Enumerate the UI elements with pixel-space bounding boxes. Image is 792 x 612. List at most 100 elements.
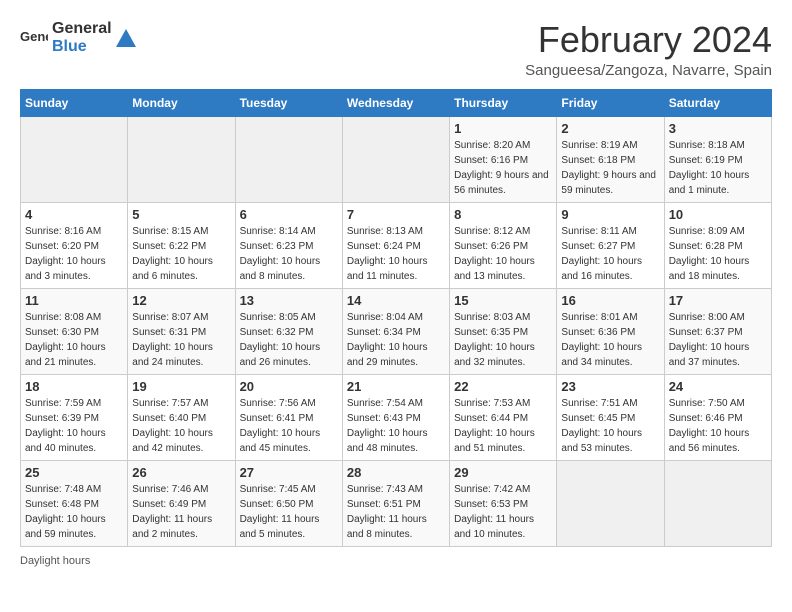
- header-day-friday: Friday: [557, 89, 664, 116]
- table-cell: 29Sunrise: 7:42 AM Sunset: 6:53 PM Dayli…: [450, 460, 557, 546]
- table-cell: 8Sunrise: 8:12 AM Sunset: 6:26 PM Daylig…: [450, 202, 557, 288]
- week-row-2: 11Sunrise: 8:08 AM Sunset: 6:30 PM Dayli…: [21, 288, 772, 374]
- table-cell: 26 Sunrise: 7:46 AM Sunset: 6:49 PM Dayli…: [128, 460, 235, 546]
- table-cell: 15 Sunrise: 8:03 AM Sunset: 6:35 PM Dayli…: [450, 288, 557, 374]
- table-cell: 20 Sunrise: 7:56 AM Sunset: 6:41 PM Dayli…: [235, 374, 342, 460]
- header-day-sunday: Sunday: [21, 89, 128, 116]
- day-info: Sunrise: 8:04 AM Sunset: 6:34 PM Dayligh…: [347, 310, 445, 370]
- day-number: 10: [669, 207, 767, 222]
- table-cell: 12Sunrise: 8:07 AM Sunset: 6:31 PM Dayli…: [128, 288, 235, 374]
- header-day-tuesday: Tuesday: [235, 89, 342, 116]
- day-number: 22: [454, 379, 552, 394]
- day-info: Sunrise: 8:14 AM Sunset: 6:23 PM Dayligh…: [240, 224, 338, 284]
- table-cell: 27Sunrise: 7:45 AM Sunset: 6:50 PM Dayli…: [235, 460, 342, 546]
- day-info: Sunrise: 8:07 AM Sunset: 6:31 PM Dayligh…: [132, 310, 230, 370]
- day-info: Sunrise: 7:51 AM Sunset: 6:45 PM Dayligh…: [561, 396, 659, 456]
- table-cell: 3Sunrise: 8:18 AM Sunset: 6:19 PM Daylig…: [664, 116, 771, 202]
- table-cell: 5Sunrise: 8:15 AM Sunset: 6:22 PM Daylig…: [128, 202, 235, 288]
- day-info: Sunrise: 7:42 AM Sunset: 6:53 PM Dayligh…: [454, 482, 552, 542]
- page-header: General General Blue February 2024 Sangu…: [20, 20, 772, 79]
- day-number: 2: [561, 121, 659, 136]
- day-info: Sunrise: 8:00 AM Sunset: 6:37 PM Dayligh…: [669, 310, 767, 370]
- day-number: 23: [561, 379, 659, 394]
- table-cell: 14 Sunrise: 8:04 AM Sunset: 6:34 PM Dayli…: [342, 288, 449, 374]
- table-cell: [664, 460, 771, 546]
- day-info: Sunrise: 8:13 AM Sunset: 6:24 PM Dayligh…: [347, 224, 445, 284]
- day-number: 3: [669, 121, 767, 136]
- footer-note: Daylight hours: [20, 555, 772, 567]
- title-area: February 2024 Sangueesa/Zangoza, Navarre…: [525, 20, 772, 79]
- table-cell: [128, 116, 235, 202]
- logo-general-text: General: [52, 20, 112, 38]
- table-cell: 2 Sunrise: 8:19 AM Sunset: 6:18 PM Daylig…: [557, 116, 664, 202]
- day-info: Sunrise: 7:54 AM Sunset: 6:43 PM Dayligh…: [347, 396, 445, 456]
- day-info: Sunrise: 7:53 AM Sunset: 6:44 PM Dayligh…: [454, 396, 552, 456]
- table-cell: 28Sunrise: 7:43 AM Sunset: 6:51 PM Dayli…: [342, 460, 449, 546]
- day-info: Sunrise: 7:57 AM Sunset: 6:40 PM Dayligh…: [132, 396, 230, 456]
- day-number: 19: [132, 379, 230, 394]
- header-day-wednesday: Wednesday: [342, 89, 449, 116]
- day-number: 16: [561, 293, 659, 308]
- table-cell: [235, 116, 342, 202]
- table-cell: 25Sunrise: 7:48 AM Sunset: 6:48 PM Dayli…: [21, 460, 128, 546]
- day-number: 9: [561, 207, 659, 222]
- header-day-monday: Monday: [128, 89, 235, 116]
- subtitle: Sangueesa/Zangoza, Navarre, Spain: [525, 62, 772, 79]
- table-cell: 17Sunrise: 8:00 AM Sunset: 6:37 PM Dayli…: [664, 288, 771, 374]
- table-cell: 1Sunrise: 8:20 AM Sunset: 6:16 PM Daylig…: [450, 116, 557, 202]
- table-cell: 13 Sunrise: 8:05 AM Sunset: 6:32 PM Dayli…: [235, 288, 342, 374]
- day-info: Sunrise: 7:46 AM Sunset: 6:49 PM Dayligh…: [132, 482, 230, 542]
- table-cell: 4 Sunrise: 8:16 AM Sunset: 6:20 PM Daylig…: [21, 202, 128, 288]
- header-day-thursday: Thursday: [450, 89, 557, 116]
- day-info: Sunrise: 8:03 AM Sunset: 6:35 PM Dayligh…: [454, 310, 552, 370]
- day-info: Sunrise: 7:43 AM Sunset: 6:51 PM Dayligh…: [347, 482, 445, 542]
- day-number: 20: [240, 379, 338, 394]
- day-info: Sunrise: 8:16 AM Sunset: 6:20 PM Dayligh…: [25, 224, 123, 284]
- day-number: 1: [454, 121, 552, 136]
- table-cell: [342, 116, 449, 202]
- day-number: 6: [240, 207, 338, 222]
- day-number: 15: [454, 293, 552, 308]
- day-number: 14: [347, 293, 445, 308]
- week-row-1: 4 Sunrise: 8:16 AM Sunset: 6:20 PM Daylig…: [21, 202, 772, 288]
- table-cell: 10 Sunrise: 8:09 AM Sunset: 6:28 PM Dayli…: [664, 202, 771, 288]
- day-number: 11: [25, 293, 123, 308]
- day-number: 21: [347, 379, 445, 394]
- day-number: 13: [240, 293, 338, 308]
- week-row-4: 25Sunrise: 7:48 AM Sunset: 6:48 PM Dayli…: [21, 460, 772, 546]
- table-cell: 7 Sunrise: 8:13 AM Sunset: 6:24 PM Daylig…: [342, 202, 449, 288]
- table-cell: 19 Sunrise: 7:57 AM Sunset: 6:40 PM Dayli…: [128, 374, 235, 460]
- week-row-3: 18Sunrise: 7:59 AM Sunset: 6:39 PM Dayli…: [21, 374, 772, 460]
- header-row: SundayMondayTuesdayWednesdayThursdayFrid…: [21, 89, 772, 116]
- week-row-0: 1Sunrise: 8:20 AM Sunset: 6:16 PM Daylig…: [21, 116, 772, 202]
- table-cell: [21, 116, 128, 202]
- table-cell: [557, 460, 664, 546]
- table-cell: 11Sunrise: 8:08 AM Sunset: 6:30 PM Dayli…: [21, 288, 128, 374]
- day-number: 7: [347, 207, 445, 222]
- day-info: Sunrise: 8:11 AM Sunset: 6:27 PM Dayligh…: [561, 224, 659, 284]
- table-cell: 21 Sunrise: 7:54 AM Sunset: 6:43 PM Dayli…: [342, 374, 449, 460]
- day-info: Sunrise: 7:56 AM Sunset: 6:41 PM Dayligh…: [240, 396, 338, 456]
- day-info: Sunrise: 7:45 AM Sunset: 6:50 PM Dayligh…: [240, 482, 338, 542]
- day-number: 26: [132, 465, 230, 480]
- day-info: Sunrise: 8:15 AM Sunset: 6:22 PM Dayligh…: [132, 224, 230, 284]
- table-cell: 6 Sunrise: 8:14 AM Sunset: 6:23 PM Daylig…: [235, 202, 342, 288]
- day-info: Sunrise: 8:19 AM Sunset: 6:18 PM Dayligh…: [561, 138, 659, 198]
- table-cell: 18Sunrise: 7:59 AM Sunset: 6:39 PM Dayli…: [21, 374, 128, 460]
- table-cell: 24Sunrise: 7:50 AM Sunset: 6:46 PM Dayli…: [664, 374, 771, 460]
- day-info: Sunrise: 8:05 AM Sunset: 6:32 PM Dayligh…: [240, 310, 338, 370]
- logo-icon: General: [20, 27, 48, 49]
- day-number: 8: [454, 207, 552, 222]
- day-number: 18: [25, 379, 123, 394]
- logo: General General Blue: [20, 20, 136, 55]
- day-info: Sunrise: 8:09 AM Sunset: 6:28 PM Dayligh…: [669, 224, 767, 284]
- calendar-body: 1Sunrise: 8:20 AM Sunset: 6:16 PM Daylig…: [21, 116, 772, 546]
- svg-text:General: General: [20, 29, 48, 44]
- table-cell: 23 Sunrise: 7:51 AM Sunset: 6:45 PM Dayli…: [557, 374, 664, 460]
- calendar-table: SundayMondayTuesdayWednesdayThursdayFrid…: [20, 89, 772, 547]
- day-number: 4: [25, 207, 123, 222]
- day-info: Sunrise: 8:01 AM Sunset: 6:36 PM Dayligh…: [561, 310, 659, 370]
- calendar-header: SundayMondayTuesdayWednesdayThursdayFrid…: [21, 89, 772, 116]
- day-info: Sunrise: 7:48 AM Sunset: 6:48 PM Dayligh…: [25, 482, 123, 542]
- day-info: Sunrise: 7:50 AM Sunset: 6:46 PM Dayligh…: [669, 396, 767, 456]
